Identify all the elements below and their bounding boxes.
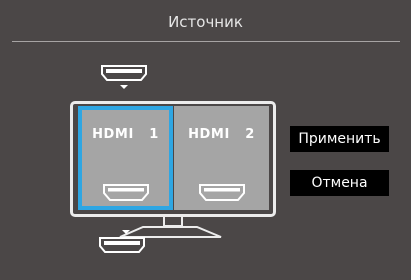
hdmi-port-icon [103,184,149,201]
cancel-button[interactable]: Отмена [290,170,389,196]
hdmi-port-icon [199,184,245,201]
source-hdmi-1[interactable]: HDMI 1 [78,106,173,210]
title-divider [12,41,400,42]
source-label: HDMI 2 [188,127,255,142]
source-dialog: Источник HDMI 1 HDMI 2 Применить Отмена [0,0,411,280]
source-label: HDMI 1 [92,127,159,142]
dialog-title: Источник [168,13,243,31]
apply-button[interactable]: Применить [290,126,389,152]
hdmi-input-icon [101,65,147,89]
hdmi-output-icon [99,230,145,253]
source-hdmi-2[interactable]: HDMI 2 [174,106,269,210]
